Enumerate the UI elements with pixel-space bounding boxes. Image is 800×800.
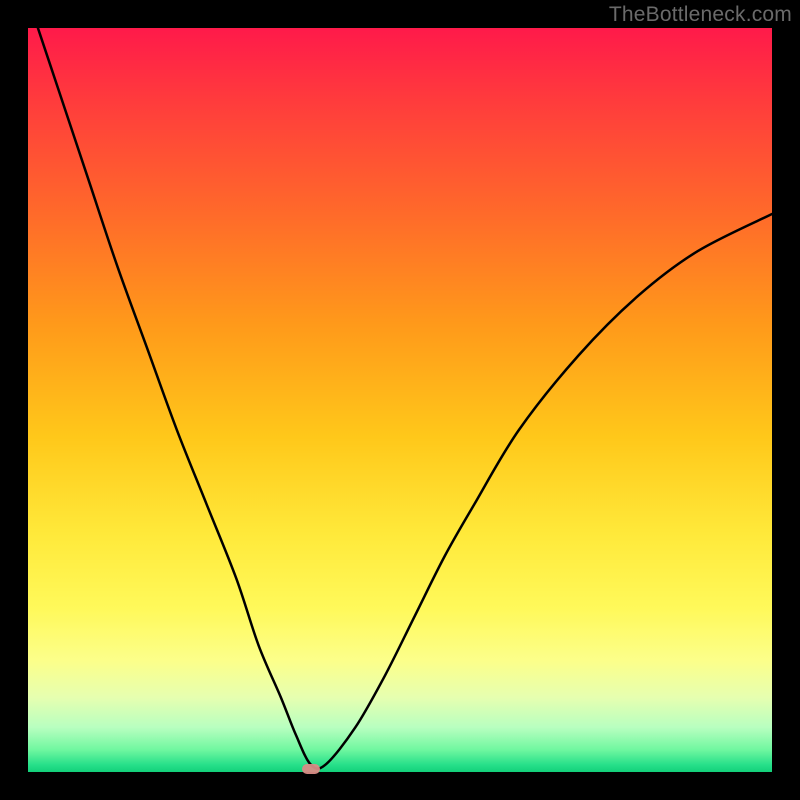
bottleneck-curve	[28, 28, 772, 772]
plot-area	[28, 28, 772, 772]
watermark-text: TheBottleneck.com	[609, 3, 792, 27]
chart-frame: TheBottleneck.com	[0, 0, 800, 800]
minimum-marker	[302, 764, 320, 774]
